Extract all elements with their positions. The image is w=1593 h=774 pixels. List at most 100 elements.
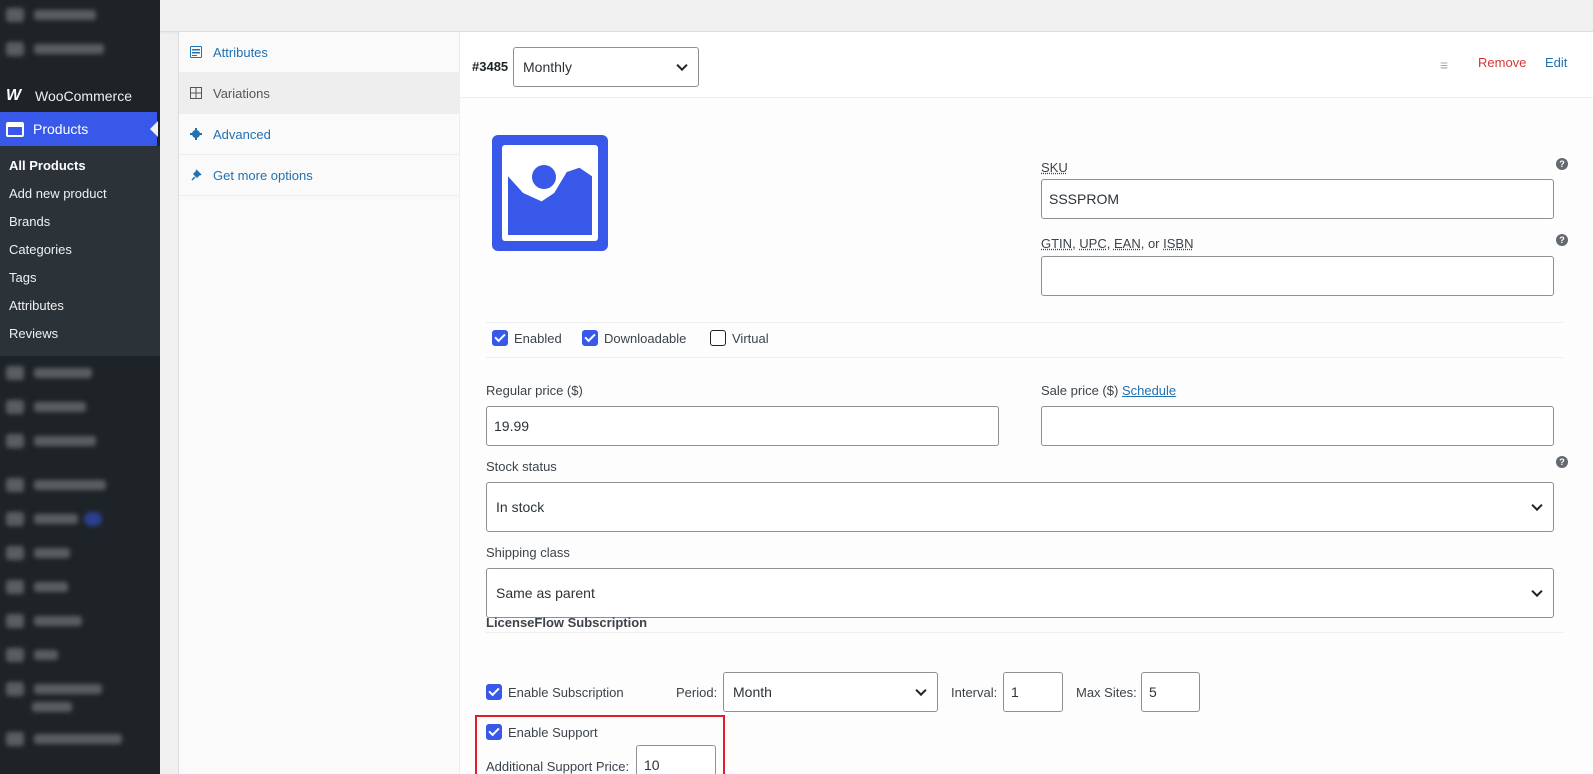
select-value: In stock [496, 499, 544, 515]
blurred-menu-item[interactable] [6, 400, 86, 414]
sku-label: SKU [1041, 160, 1068, 175]
blurred-menu-item[interactable] [6, 648, 58, 662]
submenu-item-reviews[interactable]: Reviews [0, 320, 160, 348]
checkbox-unchecked[interactable] [710, 330, 726, 346]
enable-subscription-checkbox[interactable]: Enable Subscription [486, 684, 624, 700]
variation-attribute-select[interactable]: Monthly [513, 47, 699, 87]
regular-price-label: Regular price ($) [486, 383, 583, 398]
submenu-item-add-new-product[interactable]: Add new product [0, 180, 160, 208]
period-label: Period: [676, 685, 717, 700]
tab-label: Attributes [213, 45, 268, 60]
blurred-menu-item[interactable] [6, 366, 92, 380]
interval-label: Interval: [951, 685, 997, 700]
support-price-input[interactable] [636, 745, 716, 774]
grid-icon [189, 86, 203, 100]
variation-header[interactable]: #3485 Monthly ≡ Remove Edit [460, 32, 1593, 98]
blurred-menu-item[interactable] [6, 8, 96, 22]
list-icon [189, 45, 203, 59]
product-data-tabs: Attributes Variations Advanced Get more … [178, 32, 460, 774]
checkbox-label: Virtual [732, 331, 769, 346]
tab-label: Variations [213, 86, 270, 101]
plug-icon [189, 168, 203, 182]
current-menu-arrow [150, 121, 158, 137]
variation-id: #3485 [472, 59, 508, 74]
subscription-section-title: LicenseFlow Subscription [486, 615, 647, 630]
blurred-menu-item[interactable] [6, 434, 96, 448]
blurred-menu-item[interactable] [6, 512, 102, 526]
submenu-item-all-products[interactable]: All Products [0, 152, 160, 180]
tab-variations[interactable]: Variations [179, 73, 459, 114]
stock-status-label: Stock status [486, 459, 557, 474]
max-sites-input[interactable] [1141, 672, 1200, 712]
select-value: Monthly [523, 59, 572, 75]
tab-label: Advanced [213, 127, 271, 142]
stock-status-select[interactable]: In stock [486, 482, 1554, 532]
interval-input[interactable] [1003, 672, 1063, 712]
divider [486, 632, 1563, 633]
tab-label: Get more options [213, 168, 313, 183]
blurred-menu-item[interactable] [6, 732, 122, 746]
checkbox-checked[interactable] [582, 330, 598, 346]
shipping-class-label: Shipping class [486, 545, 570, 560]
checkbox-checked[interactable] [486, 724, 502, 740]
remove-variation-link[interactable]: Remove [1478, 55, 1526, 70]
chevron-down-icon [676, 60, 687, 71]
sale-price-input[interactable] [1041, 406, 1554, 446]
enable-support-checkbox[interactable]: Enable Support [486, 724, 598, 740]
submenu-item-tags[interactable]: Tags [0, 264, 160, 292]
checkbox-checked[interactable] [492, 330, 508, 346]
chevron-down-icon [1531, 586, 1542, 597]
blurred-menu-item[interactable] [6, 614, 82, 628]
drag-handle-icon[interactable]: ≡ [1440, 57, 1452, 73]
woocommerce-icon: W [6, 87, 26, 105]
downloadable-checkbox[interactable]: Downloadable [582, 330, 686, 346]
menu-item-label: Products [33, 121, 88, 137]
support-price-label: Additional Support Price: [486, 759, 629, 774]
checkbox-checked[interactable] [486, 684, 502, 700]
shipping-class-select[interactable]: Same as parent [486, 568, 1554, 618]
help-icon[interactable]: ? [1556, 456, 1568, 468]
variation-image-placeholder[interactable] [492, 135, 608, 251]
help-icon[interactable]: ? [1556, 234, 1568, 246]
select-value: Month [733, 684, 772, 700]
submenu-item-attributes[interactable]: Attributes [0, 292, 160, 320]
menu-item-woocommerce[interactable]: W WooCommerce [0, 80, 160, 112]
gtin-label: GTIN, UPC, EAN, or ISBN [1041, 236, 1193, 251]
divider [486, 322, 1563, 323]
tab-get-more-options[interactable]: Get more options [179, 155, 459, 196]
submenu-item-brands[interactable]: Brands [0, 208, 160, 236]
products-submenu: All Products Add new product Brands Cate… [0, 146, 160, 356]
regular-price-input[interactable] [486, 406, 999, 446]
checkbox-label: Enable Subscription [508, 685, 624, 700]
blurred-menu-item[interactable] [6, 546, 70, 560]
checkbox-label: Enable Support [508, 725, 598, 740]
blurred-menu-item[interactable] [6, 478, 106, 492]
checkbox-label: Enabled [514, 331, 562, 346]
menu-item-products[interactable]: Products [0, 112, 157, 146]
submenu-item-categories[interactable]: Categories [0, 236, 160, 264]
blurred-menu-item [32, 700, 72, 714]
gtin-input[interactable] [1041, 256, 1554, 296]
chevron-down-icon [915, 685, 926, 696]
virtual-checkbox[interactable]: Virtual [710, 330, 769, 346]
sku-input[interactable] [1041, 179, 1554, 219]
blurred-menu-item[interactable] [6, 682, 102, 696]
help-icon[interactable]: ? [1556, 158, 1568, 170]
archive-icon [6, 122, 24, 137]
period-select[interactable]: Month [723, 672, 938, 712]
menu-item-label: WooCommerce [35, 88, 132, 104]
variation-panel: #3485 Monthly ≡ Remove Edit SKU ? GTIN, … [460, 32, 1593, 774]
blurred-menu-item[interactable] [6, 42, 104, 56]
admin-sidebar: W WooCommerce Products All Products Add … [0, 0, 160, 774]
top-bar [160, 0, 1593, 32]
select-value: Same as parent [496, 585, 595, 601]
divider [486, 357, 1563, 358]
checkbox-label: Downloadable [604, 331, 686, 346]
schedule-link[interactable]: Schedule [1122, 383, 1176, 398]
enabled-checkbox[interactable]: Enabled [492, 330, 562, 346]
max-sites-label: Max Sites: [1076, 685, 1137, 700]
tab-attributes[interactable]: Attributes [179, 32, 459, 73]
tab-advanced[interactable]: Advanced [179, 114, 459, 155]
edit-variation-link[interactable]: Edit [1545, 55, 1567, 70]
blurred-menu-item[interactable] [6, 580, 68, 594]
